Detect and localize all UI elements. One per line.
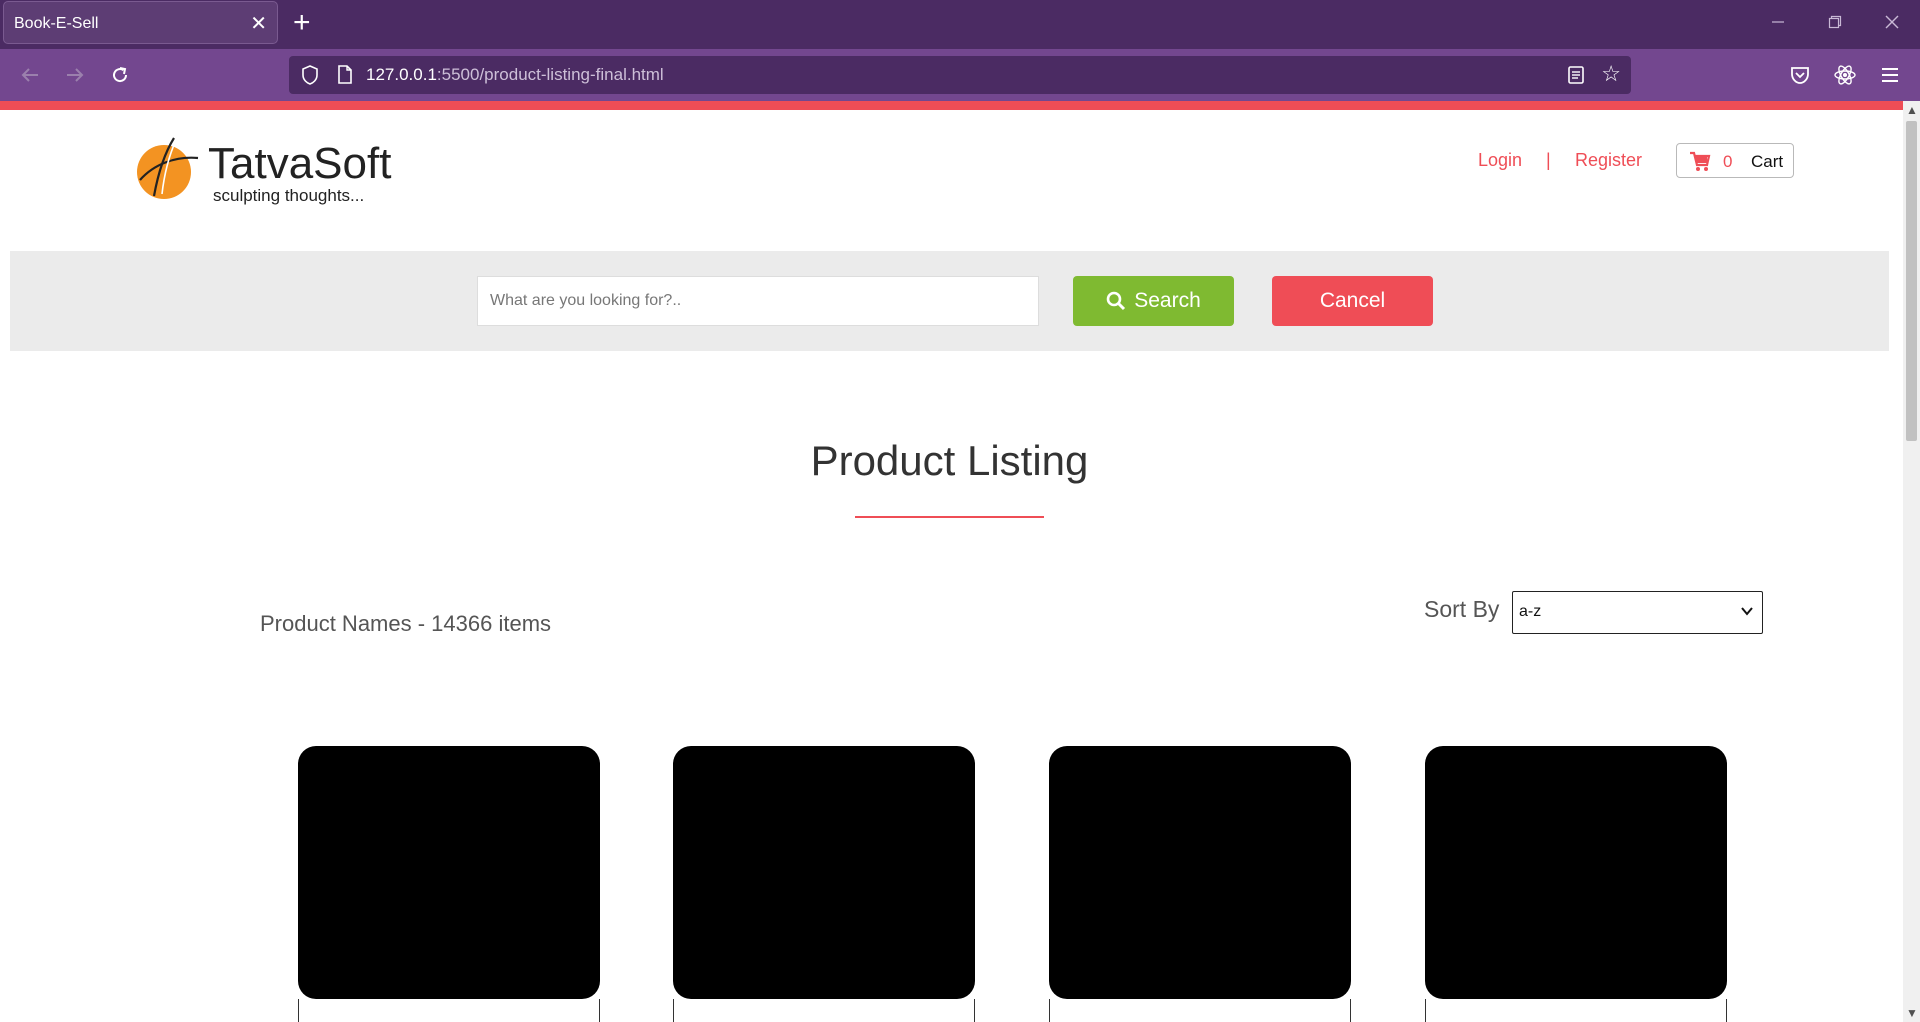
browser-titlebar: Book-E-Sell ✕ + [0,0,1920,49]
login-link[interactable]: Login [1478,150,1522,171]
cart-button[interactable]: 0 Cart [1676,143,1794,178]
page-title: Product Listing [810,437,1089,484]
url-host: 127.0.0.1 [366,65,437,84]
accent-strip [0,101,1903,110]
search-input[interactable] [477,276,1039,326]
tab-title: Book-E-Sell [14,15,99,32]
minimize-icon[interactable] [1749,0,1806,44]
cart-icon [1689,150,1711,177]
url-path: :5500/product-listing-final.html [436,65,664,84]
scroll-up-icon[interactable]: ▲ [1906,103,1918,117]
search-button[interactable]: Search [1073,276,1234,326]
product-count: Product Names - 14366 items [260,611,552,636]
product-card[interactable] [1425,746,1727,1022]
page-info-icon[interactable] [336,64,354,91]
link-separator: | [1546,150,1551,170]
search-icon [1106,291,1126,311]
register-link[interactable]: Register [1575,150,1642,171]
product-card-body [1425,999,1727,1022]
url-text[interactable]: 127.0.0.1:5500/product-listing-final.htm… [366,65,664,85]
window-controls [1749,0,1920,44]
tab-close-icon[interactable]: ✕ [250,11,267,36]
browser-toolbar: 127.0.0.1:5500/product-listing-final.htm… [0,49,1920,101]
bookmark-star-icon[interactable]: ☆ [1601,61,1621,87]
close-window-icon[interactable] [1863,0,1920,44]
menu-icon[interactable] [1877,62,1903,88]
address-bar[interactable]: 127.0.0.1:5500/product-listing-final.htm… [289,56,1631,94]
brand-logo[interactable]: TatvaSoft sculpting thoughts... [134,134,424,214]
product-image[interactable] [298,746,600,999]
scrollbar-thumb[interactable] [1906,121,1917,441]
browser-tab[interactable]: Book-E-Sell ✕ [3,1,278,44]
new-tab-button[interactable]: + [293,6,311,40]
page-scrollbar[interactable]: ▲ ▼ [1903,101,1920,1022]
cancel-button[interactable]: Cancel [1272,276,1433,326]
brand-name: TatvaSoft [208,139,392,188]
logo-icon [137,137,199,199]
chevron-down-icon [1740,604,1754,623]
product-image[interactable] [1425,746,1727,999]
sort-label: Sort By [1424,596,1500,622]
search-button-label: Search [1134,289,1201,312]
product-card-body [673,999,975,1022]
product-card[interactable] [1049,746,1351,1022]
product-card[interactable] [298,746,600,1022]
sort-selected-value: a-z [1519,603,1542,620]
title-underline [855,516,1044,518]
brand-tagline: sculpting thoughts... [213,186,365,205]
cart-label: Cart [1751,152,1784,171]
scroll-down-icon[interactable]: ▼ [1906,1006,1918,1020]
reload-icon[interactable] [106,61,134,89]
product-card-body [1049,999,1351,1022]
search-section: Search Cancel [10,251,1889,351]
back-icon[interactable] [16,61,44,89]
react-devtools-icon[interactable] [1832,62,1858,88]
product-image[interactable] [673,746,975,999]
product-card[interactable] [673,746,975,1022]
cart-count: 0 [1723,152,1733,171]
product-image[interactable] [1049,746,1351,999]
shield-icon[interactable] [300,64,320,91]
forward-icon[interactable] [61,61,89,89]
reader-view-icon[interactable] [1566,64,1586,91]
restore-icon[interactable] [1806,0,1863,44]
page-viewport: TatvaSoft sculpting thoughts... Login | … [0,101,1903,1022]
sort-select[interactable]: a-z [1512,591,1763,634]
pocket-icon[interactable] [1787,62,1813,88]
product-card-body [298,999,600,1022]
